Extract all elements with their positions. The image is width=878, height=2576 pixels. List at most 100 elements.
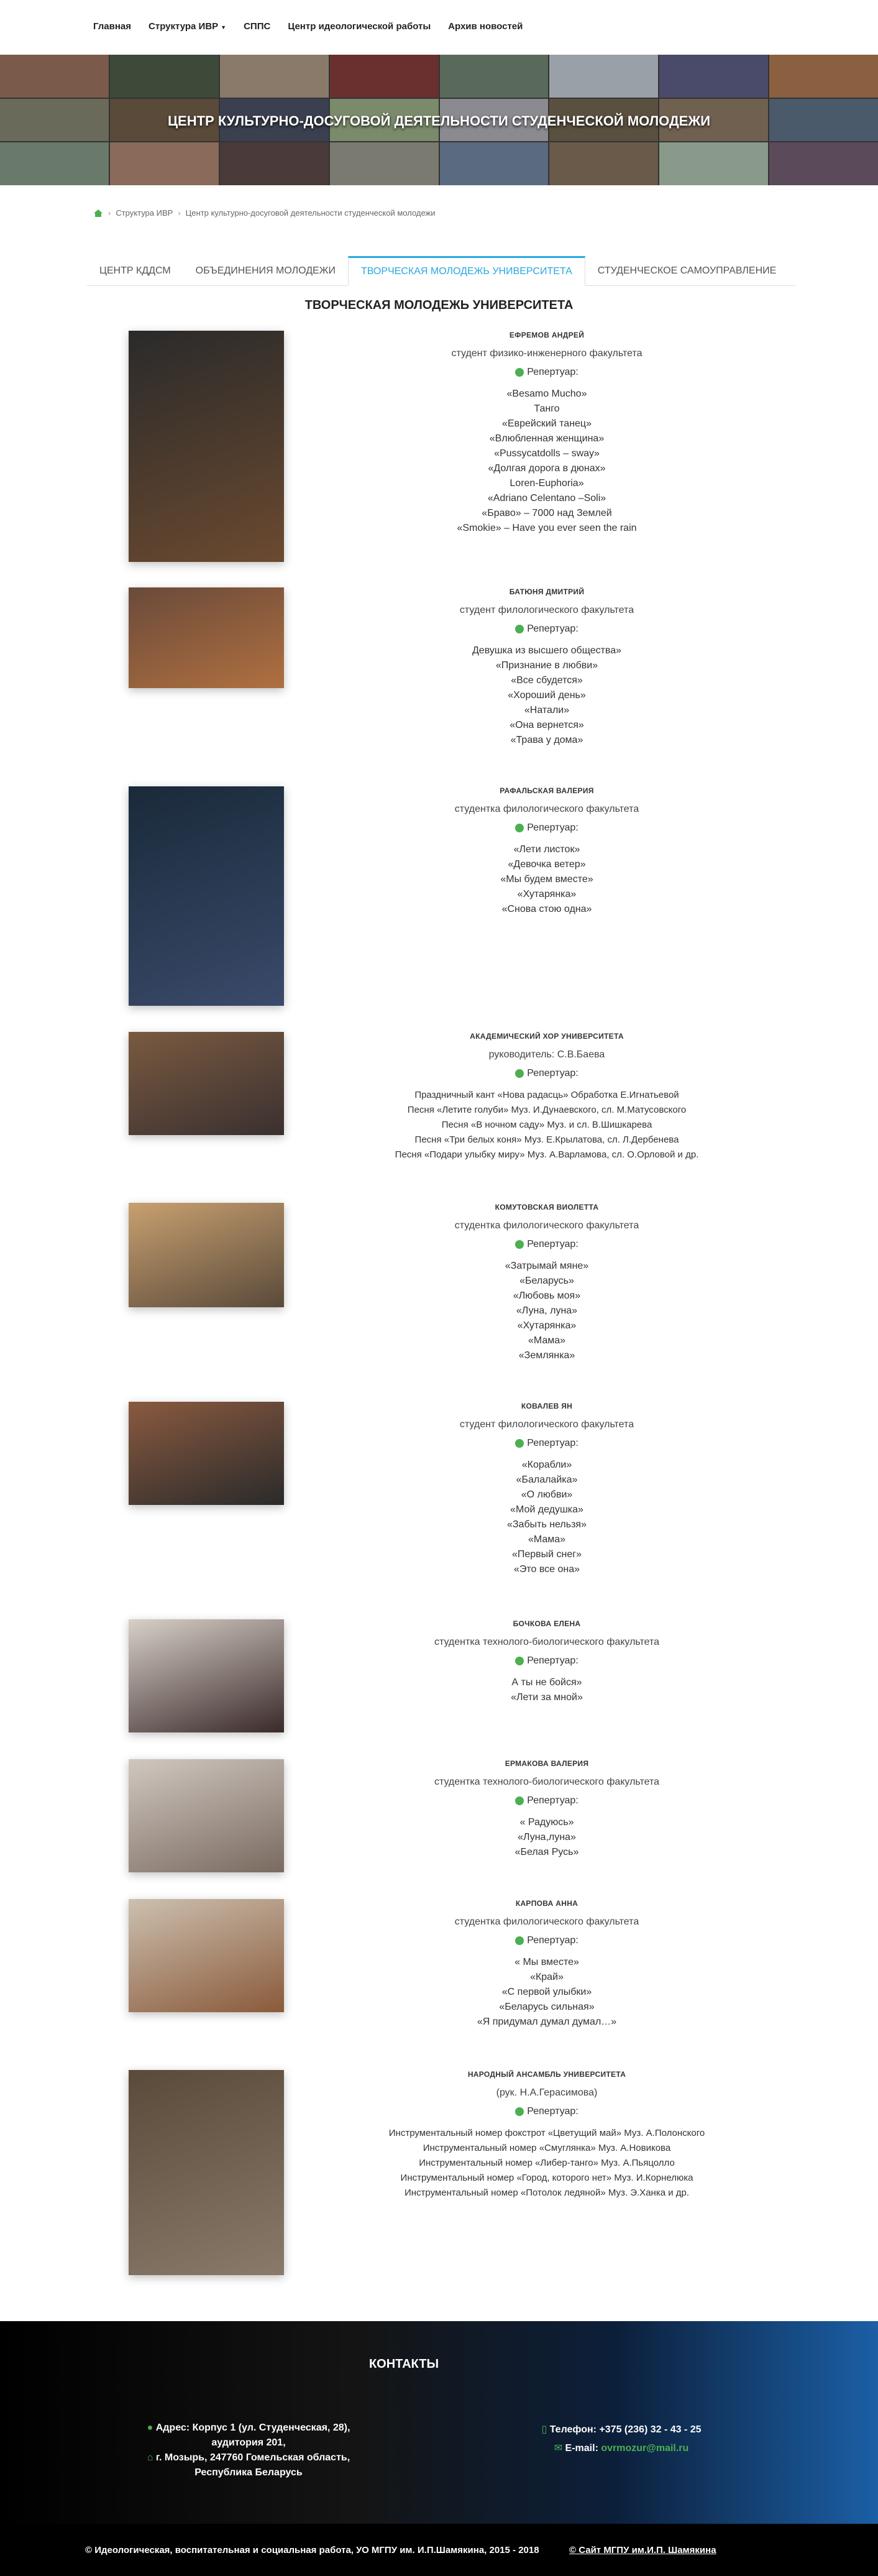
performer-info: КАРПОВА АННА студентка филологического фа… xyxy=(373,1899,721,2030)
song-item: «Признание в любви» xyxy=(495,660,598,671)
song-item: «Белая Русь» xyxy=(514,1847,579,1857)
performer-info: НАРОДНЫЙ АНСАМБЛЬ УНИВЕРСИТЕТА (рук. Н.А.… xyxy=(373,2070,721,2201)
address-line: аудитория 201, xyxy=(211,2437,286,2448)
chevron-down-icon: ▼ xyxy=(221,24,227,30)
song-item: «Натали» xyxy=(524,705,570,715)
performer-photo xyxy=(129,1759,284,1872)
song-item: «Край» xyxy=(530,1972,564,1982)
repertoire-heading: Репертуар: xyxy=(373,822,721,834)
song-item: «Мы будем вместе» xyxy=(500,874,593,885)
song-item: «Девочка ветер» xyxy=(508,859,586,870)
check-icon xyxy=(515,824,524,832)
song-item: Инструментальный номер «Город, которого … xyxy=(400,2173,693,2183)
check-icon xyxy=(515,1657,524,1665)
song-item: «Хутарянка» xyxy=(517,1320,577,1331)
song-item: «Мой дедушка» xyxy=(510,1504,583,1515)
song-item: Инструментальный номер «Потолок ледяной»… xyxy=(404,2187,690,2198)
performer-photo xyxy=(129,1619,284,1732)
song-item: Праздничный кант «Нова радасць» Обработк… xyxy=(414,1090,679,1100)
repertoire-label: Репертуар: xyxy=(527,1438,578,1448)
nav-ideology-center[interactable]: Центр идеологической работы xyxy=(288,21,431,32)
performer-info: БОЧКОВА ЕЛЕНА студентка технолого-биологи… xyxy=(373,1619,721,1705)
nav-news-archive[interactable]: Архив новостей xyxy=(448,21,523,32)
check-icon xyxy=(515,1069,524,1078)
song-item: « Радуюсь» xyxy=(519,1817,574,1828)
check-icon xyxy=(515,1439,524,1448)
song-item: «Луна, луна» xyxy=(516,1305,578,1316)
song-item: «Браво» – 7000 над Землей xyxy=(482,508,612,518)
song-item: «Я придумал думал думал…» xyxy=(477,2017,617,2027)
footer: КОНТАКТЫ ● Адрес: Корпус 1 (ул. Студенче… xyxy=(0,2321,878,2576)
song-list: «Корабли» «Балалайка» «О любви» «Мой дедушк… xyxy=(373,1458,721,1577)
university-site-link[interactable]: © Сайт МГПУ им.И.П. Шамякина xyxy=(569,2545,716,2555)
repertoire-heading: Репертуар: xyxy=(373,1068,721,1079)
song-item: «Влюбленная женщина» xyxy=(489,433,605,444)
song-item: Инструментальный номер «Смуглянка» Муз. … xyxy=(423,2143,671,2153)
tab-bar: ЦЕНТР КДДСМ ОБЪЕДИНЕНИЯ МОЛОДЕЖИ ТВОРЧЕС… xyxy=(87,256,795,286)
performer-photo xyxy=(129,1203,284,1307)
tab-center[interactable]: ЦЕНТР КДДСМ xyxy=(87,256,183,286)
repertoire-label: Репертуар: xyxy=(527,1068,578,1079)
tab-associations[interactable]: ОБЪЕДИНЕНИЯ МОЛОДЕЖИ xyxy=(183,256,348,286)
song-item: «Smokie» – Have you ever seen the rain xyxy=(457,523,637,533)
breadcrumb-separator: › xyxy=(178,208,181,218)
song-item: «Первый снег» xyxy=(511,1549,582,1560)
performer-info: РАФАЛЬСКАЯ ВАЛЕРИЯ студентка филологическ… xyxy=(373,786,721,917)
performer-name: КОМУТОВСКАЯ ВИОЛЕТТА xyxy=(495,1203,599,1212)
email-link[interactable]: ovrmozur@mail.ru xyxy=(601,2443,688,2454)
repertoire-heading: Репертуар: xyxy=(373,1239,721,1250)
song-item: Песня «Три белых коня» Муз. Е.Крылатова,… xyxy=(414,1134,679,1145)
nav-structure-label: Структура ИВР xyxy=(149,21,219,32)
address-line: Адрес: Корпус 1 (ул. Студенческая, 28), xyxy=(155,2422,350,2433)
repertoire-label: Репертуар: xyxy=(527,1239,578,1249)
repertoire-heading: Репертуар: xyxy=(373,1438,721,1449)
repertoire-heading: Репертуар: xyxy=(373,2106,721,2117)
song-list: Праздничный кант «Нова радасць» Обработк… xyxy=(373,1088,721,1162)
song-item: Девушка из высшего общества» xyxy=(472,645,622,656)
repertoire-heading: Репертуар: xyxy=(373,1795,721,1806)
copyright-text: © Идеологическая, воспитательная и социа… xyxy=(85,2545,539,2555)
performer-name: ЕРМАКОВА ВАЛЕРИЯ xyxy=(505,1759,589,1768)
song-item: Танго xyxy=(534,403,560,414)
song-list: «Лети листок» «Девочка ветер» «Мы будем вм… xyxy=(373,842,721,917)
song-item: «Pussycatdolls – sway» xyxy=(494,448,600,459)
song-list: « Радуюсь» «Луна,луна» «Белая Русь» xyxy=(373,1815,721,1860)
song-item: «Долгая дорога в дюнах» xyxy=(488,463,606,474)
song-item: «Besamo Mucho» xyxy=(506,389,587,399)
performer-subtitle: студентка филологического факультета xyxy=(454,1220,639,1231)
envelope-icon: ✉ xyxy=(554,2443,563,2454)
song-item: Песня «Подари улыбку миру» Муз. А.Варлам… xyxy=(395,1149,699,1160)
repertoire-label: Репертуар: xyxy=(527,367,578,377)
check-icon xyxy=(515,1936,524,1945)
repertoire-heading: Репертуар: xyxy=(373,367,721,378)
breadcrumb-structure[interactable]: Структура ИВР xyxy=(116,208,173,218)
performer-photo xyxy=(129,587,284,688)
song-item: «Беларусь сильная» xyxy=(499,2002,595,2012)
performer-info: ЕФРЕМОВ АНДРЕЙ студент физико-инженерного… xyxy=(373,331,721,536)
performer-subtitle: студентка технолого-биологического факул… xyxy=(434,1777,660,1787)
performer-subtitle: студент физико-инженерного факультета xyxy=(451,348,642,359)
performer-subtitle: студентка филологического факультета xyxy=(454,1916,639,1927)
song-list: «Besamo Mucho» Танго «Еврейский танец» «Влю… xyxy=(373,387,721,536)
home-icon[interactable] xyxy=(93,209,103,218)
performer-photo xyxy=(129,1899,284,2012)
nav-structure[interactable]: Структура ИВР ▼ xyxy=(149,21,226,32)
tab-self-government[interactable]: СТУДЕНЧЕСКОЕ САМОУПРАВЛЕНИЕ xyxy=(585,256,789,286)
song-item: «Все сбудется» xyxy=(511,675,583,686)
song-item: А ты не бойся» xyxy=(511,1677,582,1688)
performer-subtitle: студент филологического факультета xyxy=(459,1419,634,1430)
repertoire-label: Репертуар: xyxy=(527,1655,578,1666)
song-item: «Трава у дома» xyxy=(510,735,583,745)
nav-home[interactable]: Главная xyxy=(93,21,131,32)
footer-address: ● Адрес: Корпус 1 (ул. Студенческая, 28)… xyxy=(124,2421,373,2480)
tab-creative-youth[interactable]: ТВОРЧЕСКАЯ МОЛОДЕЖЬ УНИВЕРСИТЕТА xyxy=(348,256,585,286)
top-navigation: Главная Структура ИВР ▼ СППС Центр идеоло… xyxy=(0,0,878,55)
copyright-bar: © Идеологическая, воспитательная и социа… xyxy=(0,2524,878,2576)
performer-photo xyxy=(129,2070,284,2275)
section-title: ТВОРЧЕСКАЯ МОЛОДЕЖЬ УНИВЕРСИТЕТА xyxy=(304,298,574,312)
song-item: «Это все она» xyxy=(513,1564,580,1575)
song-item: Инструментальный номер фокстрот «Цветущи… xyxy=(388,2128,705,2138)
nav-spps[interactable]: СППС xyxy=(244,21,270,32)
breadcrumb: › Структура ИВР › Центр культурно-досуго… xyxy=(93,208,436,218)
breadcrumb-current: Центр культурно-досуговой деятельности с… xyxy=(185,208,436,218)
